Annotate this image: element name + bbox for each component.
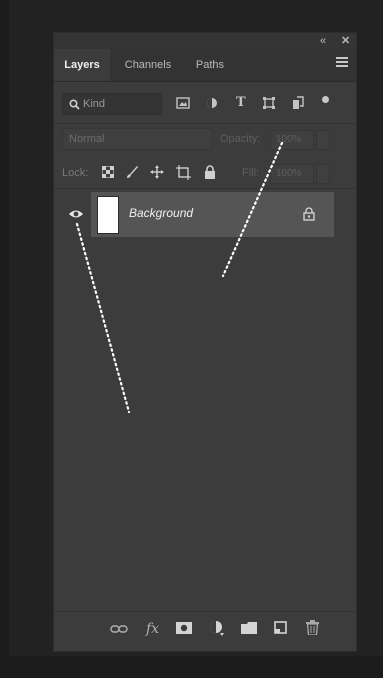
layer-lock-icon[interactable]	[303, 207, 315, 221]
layer-thumbnail	[97, 196, 119, 234]
new-layer-icon[interactable]	[274, 621, 287, 634]
fill-label: Fill:	[242, 167, 260, 179]
search-icon	[69, 99, 80, 110]
layer-row[interactable]: Background	[91, 192, 334, 237]
opacity-field[interactable]: 100%	[270, 130, 314, 150]
folder-icon[interactable]	[241, 622, 257, 634]
opacity-dropdown[interactable]	[316, 130, 330, 150]
fill-field[interactable]: 100%	[270, 164, 314, 184]
panel-titlebar: « ✕	[54, 33, 356, 49]
opacity-label: Opacity:	[220, 133, 261, 145]
filter-toggle-dot[interactable]	[322, 96, 329, 103]
layers-panel: « ✕ Layers Channels Paths Kind T Normal …	[53, 32, 357, 652]
smart-object-filter-icon[interactable]	[292, 96, 304, 110]
eye-icon[interactable]	[68, 208, 84, 220]
tab-channels[interactable]: Channels	[116, 49, 180, 81]
fx-icon[interactable]: fx	[146, 621, 159, 637]
lock-position-icon[interactable]	[150, 165, 164, 179]
filter-row: Kind T	[54, 91, 356, 119]
close-icon[interactable]: ✕	[341, 34, 350, 48]
blend-mode-select[interactable]: Normal	[62, 128, 212, 150]
collapse-icon[interactable]: «	[320, 34, 326, 48]
shape-filter-icon[interactable]	[262, 96, 276, 110]
mask-icon[interactable]	[176, 622, 192, 634]
lock-image-pixels-icon[interactable]	[126, 165, 138, 179]
lock-all-icon[interactable]	[204, 165, 216, 179]
workspace-bottom-edge	[0, 656, 383, 678]
filter-kind-label: Kind	[83, 98, 106, 110]
adjustment-layer-icon[interactable]	[209, 620, 225, 636]
tab-layers[interactable]: Layers	[54, 49, 110, 81]
lock-artboard-icon[interactable]	[176, 165, 191, 180]
fill-dropdown[interactable]	[316, 164, 330, 184]
panel-menu-icon[interactable]	[336, 57, 348, 69]
divider	[54, 188, 356, 189]
panel-bottom-bar: fx	[54, 611, 356, 648]
lock-transparent-pixels-icon[interactable]	[102, 166, 114, 178]
type-filter-icon[interactable]: T	[236, 95, 246, 111]
trash-icon[interactable]	[306, 620, 319, 635]
lock-label: Lock:	[62, 167, 89, 179]
panel-tabs: Layers Channels Paths	[54, 49, 356, 82]
layer-name[interactable]: Background	[129, 206, 193, 220]
link-icon[interactable]	[110, 624, 128, 634]
workspace-left-edge	[0, 0, 9, 678]
filter-kind-select[interactable]: Kind	[62, 93, 162, 115]
lock-row: Lock: Fill: 100%	[54, 161, 356, 185]
adjustment-filter-icon[interactable]	[206, 97, 218, 109]
divider	[54, 123, 356, 124]
image-filter-icon[interactable]	[176, 97, 190, 109]
blend-row: Normal Opacity: 100%	[54, 127, 356, 151]
tab-paths[interactable]: Paths	[186, 49, 234, 81]
